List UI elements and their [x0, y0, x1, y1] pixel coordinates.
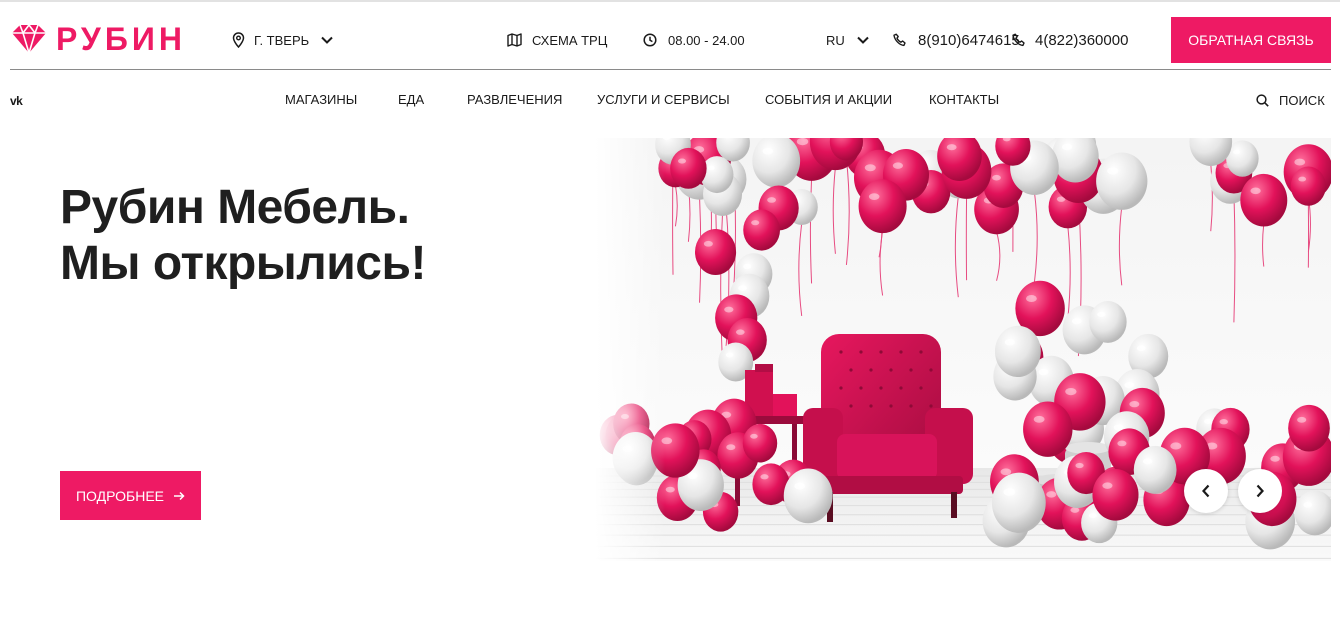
white-balloon — [991, 472, 1046, 533]
pink-balloon — [1092, 469, 1139, 521]
phone-link-1[interactable]: 8(910)6474615 — [893, 28, 1020, 52]
pink-balloon — [1240, 173, 1288, 227]
slider-next-button[interactable] — [1238, 469, 1282, 513]
nav-item-events[interactable]: События и акции — [765, 90, 892, 110]
top-border — [0, 0, 1340, 2]
chevron-right-icon — [1256, 484, 1264, 498]
phone-number-2: 4(822)360000 — [1035, 31, 1129, 49]
phone-number-1: 8(910)6474615 — [918, 31, 1020, 49]
logo-text: РУБИН — [56, 21, 186, 57]
ruby-gem-icon — [12, 23, 46, 55]
header-divider — [10, 69, 1331, 70]
white-balloon — [994, 325, 1041, 378]
pink-balloon — [858, 179, 907, 234]
pink-balloon — [695, 228, 737, 276]
pink-balloon — [742, 423, 778, 463]
phone-link-2[interactable]: 4(822)360000 — [1012, 28, 1128, 52]
city-selector[interactable]: г. Тверь — [232, 28, 333, 52]
opening-hours: 08.00 - 24.00 — [643, 28, 745, 52]
main-nav: Магазины Еда Развлечения Услуги и сервис… — [0, 90, 1340, 110]
nav-item-contacts[interactable]: Контакты — [929, 90, 999, 110]
nav-item-food[interactable]: Еда — [398, 90, 424, 110]
pink-balloon — [1023, 401, 1073, 457]
hero-title-line-2: Мы открылись! — [60, 237, 426, 290]
pink-balloon — [1290, 166, 1326, 206]
mall-scheme-label: Схема ТРЦ — [532, 32, 608, 48]
phone-icon — [1012, 33, 1025, 47]
city-label: г. Тверь — [254, 32, 310, 48]
slider-prev-button[interactable] — [1184, 469, 1228, 513]
phone-icon — [893, 33, 906, 47]
language-selector[interactable]: RU — [826, 28, 869, 52]
clock-icon — [643, 33, 657, 47]
chevron-down-icon — [321, 36, 333, 44]
hero-title: Рубин Мебель. Мы открылись! — [60, 180, 426, 292]
white-balloon — [783, 468, 833, 524]
search-button[interactable]: Поиск — [1256, 90, 1325, 110]
pink-balloon — [670, 147, 707, 189]
white-balloon — [1133, 445, 1177, 494]
pink-balloon — [1288, 404, 1330, 452]
more-button-label: Подробнее — [75, 487, 165, 504]
feedback-button[interactable]: Обратная связь — [1171, 17, 1331, 63]
map-icon — [507, 33, 522, 47]
more-button[interactable]: Подробнее — [60, 471, 201, 520]
language-label: RU — [826, 32, 845, 48]
logo[interactable]: РУБИН — [10, 23, 186, 55]
arrow-right-icon — [174, 491, 185, 500]
white-balloon — [1096, 152, 1148, 210]
search-icon — [1256, 93, 1269, 107]
nav-item-services[interactable]: Услуги и сервисы — [597, 90, 730, 110]
map-pin-icon — [232, 32, 245, 48]
nav-item-entertainment[interactable]: Развлечения — [467, 90, 562, 110]
search-label: Поиск — [1279, 92, 1325, 108]
white-balloon — [1089, 300, 1127, 343]
chevron-down-icon — [857, 36, 869, 44]
mall-scheme-link[interactable]: Схема ТРЦ — [507, 28, 607, 52]
hero-title-line-1: Рубин Мебель. — [60, 181, 410, 234]
pink-balloon — [743, 209, 781, 251]
chevron-left-icon — [1202, 484, 1210, 498]
opening-hours-label: 08.00 - 24.00 — [668, 32, 745, 48]
nav-item-shops[interactable]: Магазины — [285, 90, 357, 110]
